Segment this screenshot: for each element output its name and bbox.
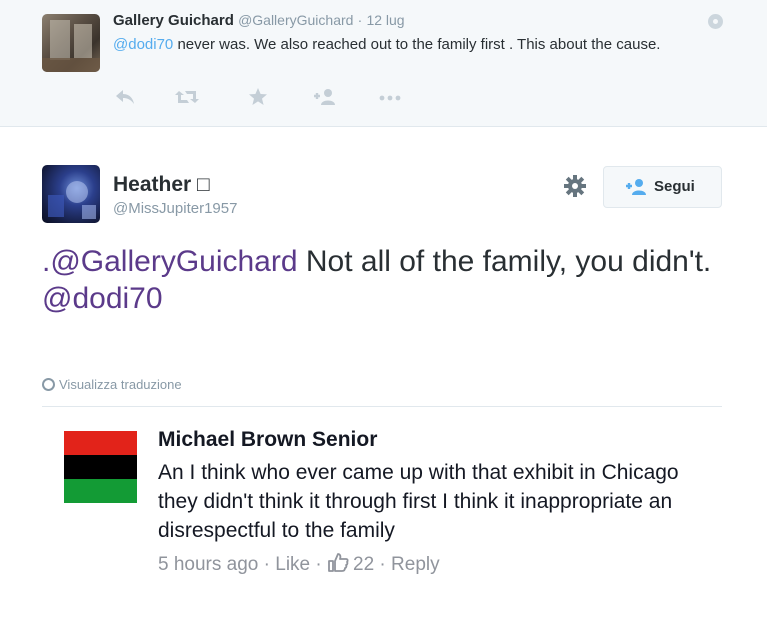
comment-sep-3: · <box>374 554 392 575</box>
retweet-icon[interactable] <box>175 88 199 110</box>
gear-icon[interactable] <box>564 175 586 197</box>
reply-header: Gallery Guichard @GalleryGuichard · 12 l… <box>113 12 405 29</box>
reply-author-name[interactable]: Gallery Guichard <box>113 12 234 29</box>
follow-label: Segui <box>654 178 695 195</box>
reply-settings-icon[interactable] <box>708 14 723 29</box>
follow-button[interactable]: Segui <box>603 166 722 208</box>
main-avatar[interactable] <box>42 165 100 223</box>
reply-tweet: Gallery Guichard @GalleryGuichard · 12 l… <box>0 0 767 127</box>
star-icon[interactable] <box>248 88 268 110</box>
comment-sep-1: · <box>258 554 276 575</box>
divider <box>42 406 722 407</box>
comment-avatar-flag <box>64 431 137 503</box>
reply-date[interactable]: 12 lug <box>366 12 404 28</box>
comment-meta: 5 hours ago · Like · 22 · Reply <box>158 551 440 579</box>
comment-sep-2: · <box>310 554 327 575</box>
translate-label: Visualizza traduzione <box>59 377 182 392</box>
follow-icon[interactable] <box>311 88 337 110</box>
reply-body: never was. We also reached out to the fa… <box>173 36 661 53</box>
reply-text: @dodi70 never was. We also reached out t… <box>113 34 713 55</box>
tweet-mention-dodi[interactable]: @dodi70 <box>42 282 163 315</box>
comment-like: Like <box>275 554 311 575</box>
reply-icon[interactable] <box>115 88 135 110</box>
tweet-mention-gallery[interactable]: .@GalleryGuichard <box>42 245 298 278</box>
tweet-text: .@GalleryGuichard Not all of the family,… <box>42 243 732 317</box>
comment-text: An I think who ever came up with that ex… <box>158 461 679 542</box>
add-user-icon <box>624 178 648 200</box>
comment-time: 5 hours ago <box>158 554 259 575</box>
comment-like-count: 22 <box>353 554 375 575</box>
reply-mention[interactable]: @dodi70 <box>113 36 173 53</box>
globe-icon <box>42 378 55 391</box>
reply-author-handle[interactable]: @GalleryGuichard <box>238 12 353 28</box>
more-icon[interactable] <box>378 88 402 110</box>
translate-link[interactable]: Visualizza traduzione <box>42 377 182 392</box>
comment-reply: Reply <box>391 554 440 575</box>
tweet-body-text: Not all of the family, you didn't. <box>297 245 712 278</box>
thumbs-up-icon <box>327 551 349 579</box>
comment-author-name: Michael Brown Senior <box>158 428 378 451</box>
main-author-name[interactable]: Heather □ <box>113 173 210 197</box>
main-author-handle[interactable]: @MissJupiter1957 <box>113 200 237 217</box>
reply-separator: · <box>357 12 363 28</box>
reply-avatar[interactable] <box>42 14 100 72</box>
